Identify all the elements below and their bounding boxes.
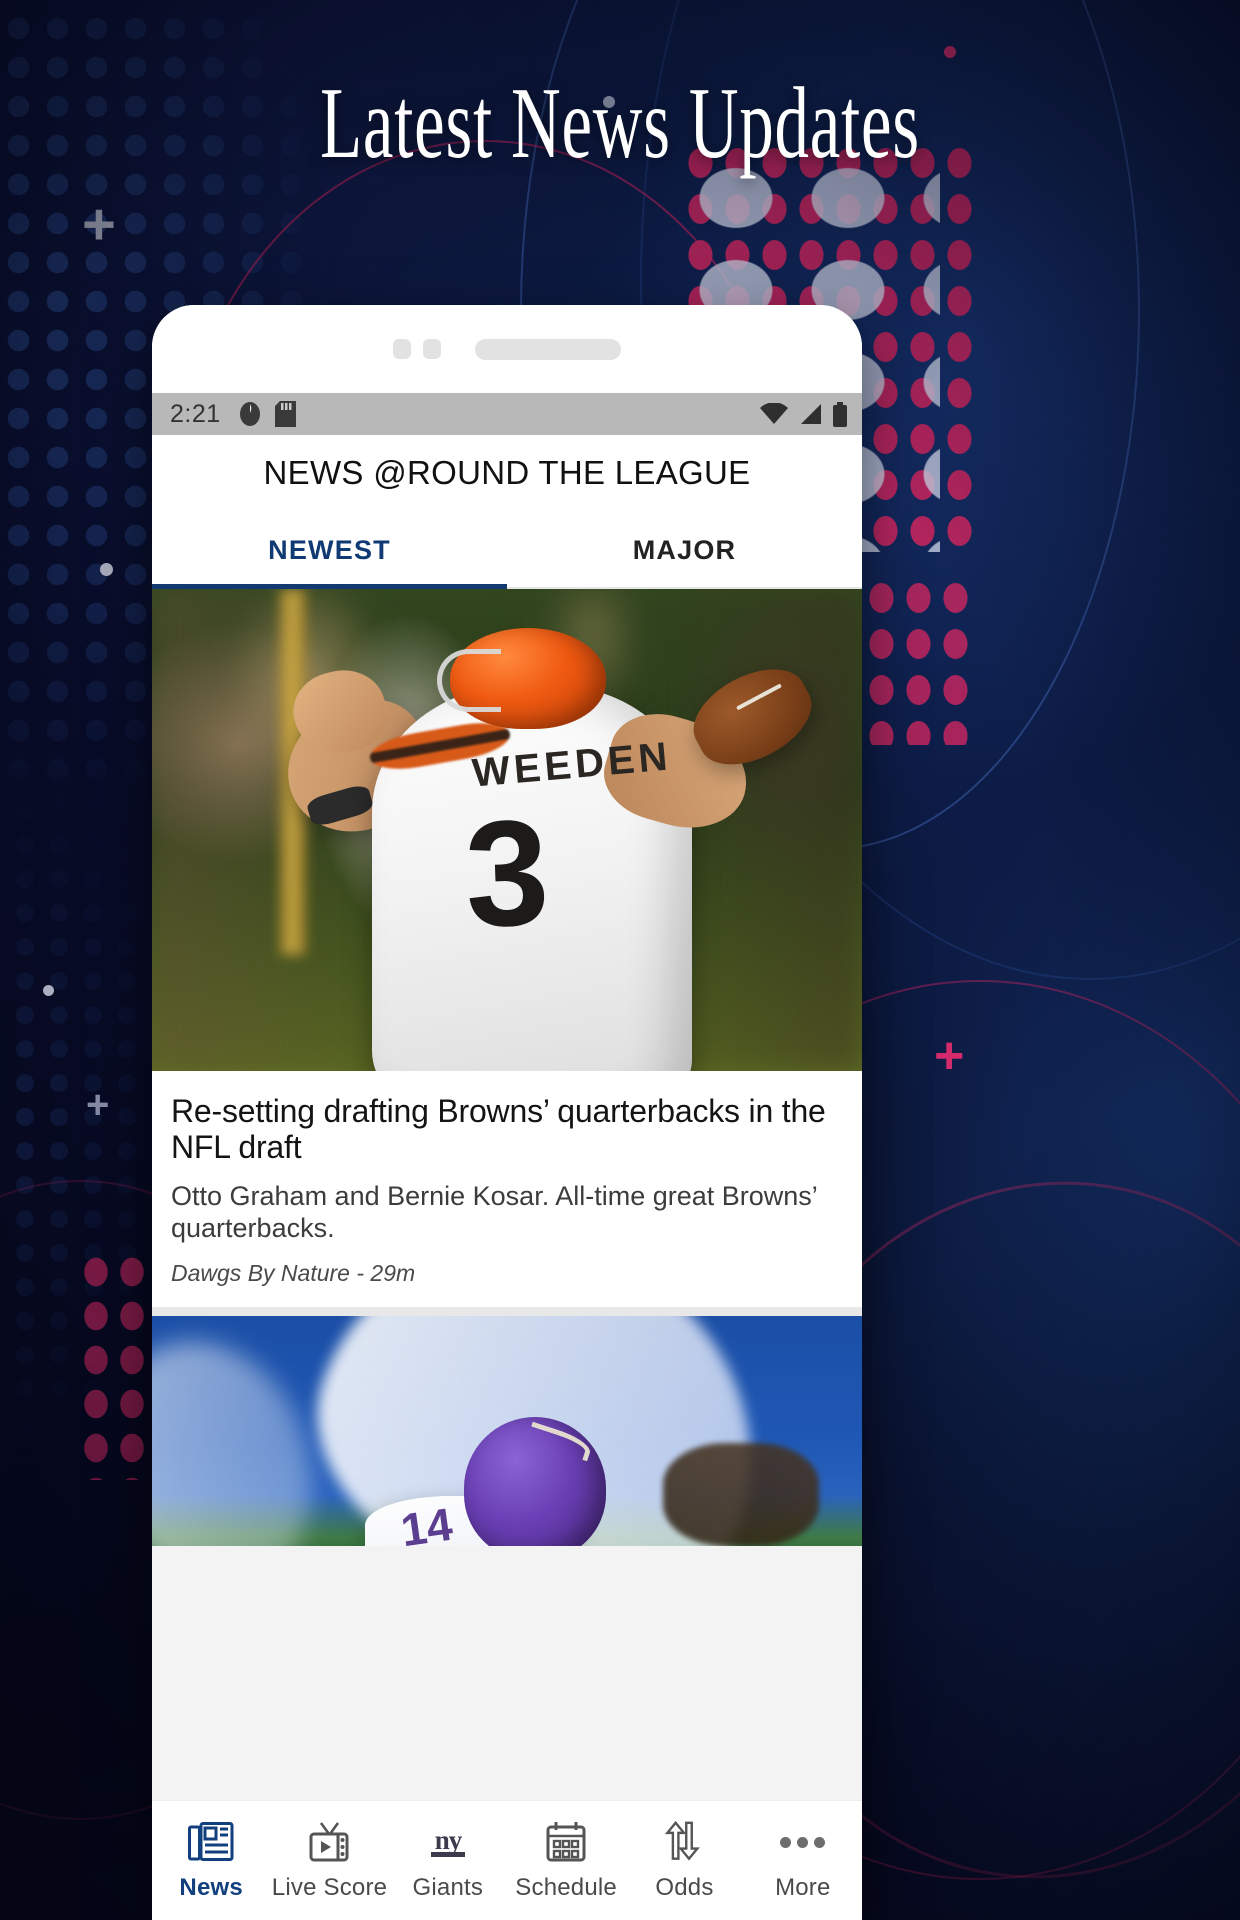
background-player-blur: [663, 1442, 820, 1547]
tab-newest[interactable]: NEWEST: [152, 511, 507, 589]
phone-bezel: [152, 305, 862, 393]
tab-bar: NEWEST MAJOR: [152, 511, 862, 589]
status-bar: 2:21: [152, 393, 862, 435]
app-header: NEWS @ROUND THE LEAGUE: [152, 435, 862, 511]
sd-card-icon: [274, 401, 296, 427]
news-card-body: Re-setting drafting Browns’ quarterbacks…: [152, 1071, 862, 1307]
news-feed[interactable]: WEEDEN 3 Re-setting drafting Browns’ qua…: [152, 589, 862, 1800]
browns-quarterback-photo: WEEDEN 3: [152, 589, 862, 1071]
newspaper-icon: [188, 1819, 234, 1865]
helmet-facemask: [437, 649, 502, 712]
nav-item-more[interactable]: More: [744, 1819, 862, 1902]
nav-item-schedule[interactable]: Schedule: [507, 1819, 625, 1902]
sensor-dot: [423, 339, 441, 359]
status-bar-right-icons: [760, 401, 848, 427]
news-card-image: 14: [152, 1316, 862, 1547]
nav-item-odds[interactable]: Odds: [625, 1819, 743, 1902]
news-card-image: WEEDEN 3: [152, 589, 862, 1071]
wifi-icon: [760, 403, 788, 425]
nav-label: Schedule: [515, 1874, 617, 1901]
ellipsis-dots: [780, 1836, 826, 1848]
sync-icon: [238, 401, 262, 427]
news-card-title[interactable]: Re-setting drafting Browns’ quarterbacks…: [171, 1093, 843, 1166]
up-down-arrows-icon: [663, 1819, 705, 1865]
vikings-player-photo: 14: [152, 1316, 862, 1547]
nav-label: Odds: [655, 1874, 714, 1901]
status-bar-left-icons: [238, 401, 296, 427]
nav-item-giants[interactable]: ny Giants: [389, 1819, 507, 1902]
hero-title: Latest News Updates: [320, 66, 920, 180]
news-card-source-time: Dawgs By Nature - 29m: [171, 1260, 416, 1287]
phone-mockup: 2:21 NEWS @ROUND THE LEAGUE NEWEST MAJOR…: [152, 305, 862, 1920]
earpiece-speaker: [475, 338, 621, 360]
nav-label: Live Score: [271, 1874, 388, 1901]
ellipsis-icon: [780, 1819, 826, 1865]
tab-major[interactable]: MAJOR: [507, 511, 862, 589]
jersey-number: 3: [462, 787, 552, 959]
cellular-signal-icon: [798, 403, 822, 425]
news-card[interactable]: 14: [152, 1316, 862, 1547]
status-bar-clock: 2:21: [170, 399, 221, 428]
tv-icon: [307, 1819, 351, 1865]
nav-label: More: [775, 1874, 831, 1901]
app-title: NEWS @ROUND THE LEAGUE: [263, 454, 751, 491]
vikings-jersey-number: 14: [397, 1497, 456, 1547]
calendar-icon: [545, 1819, 587, 1865]
feed-divider: [152, 1307, 862, 1317]
news-card[interactable]: WEEDEN 3 Re-setting drafting Browns’ qua…: [152, 589, 862, 1308]
svg-text:ny: ny: [435, 1825, 463, 1855]
nav-item-news[interactable]: News: [152, 1819, 270, 1902]
nav-item-live-score[interactable]: Live Score: [270, 1819, 388, 1902]
ny-giants-logo: ny: [425, 1819, 471, 1865]
news-card-summary: Otto Graham and Bernie Kosar. All-time g…: [171, 1180, 817, 1244]
front-camera-dot: [393, 339, 411, 359]
field-marking-left: [152, 1316, 346, 1547]
nav-label: News: [179, 1874, 243, 1901]
battery-icon: [832, 401, 848, 427]
bottom-navigation-bar[interactable]: News Live Score ny Giants Schedule Odds …: [152, 1800, 862, 1920]
nav-label: Giants: [412, 1874, 484, 1901]
